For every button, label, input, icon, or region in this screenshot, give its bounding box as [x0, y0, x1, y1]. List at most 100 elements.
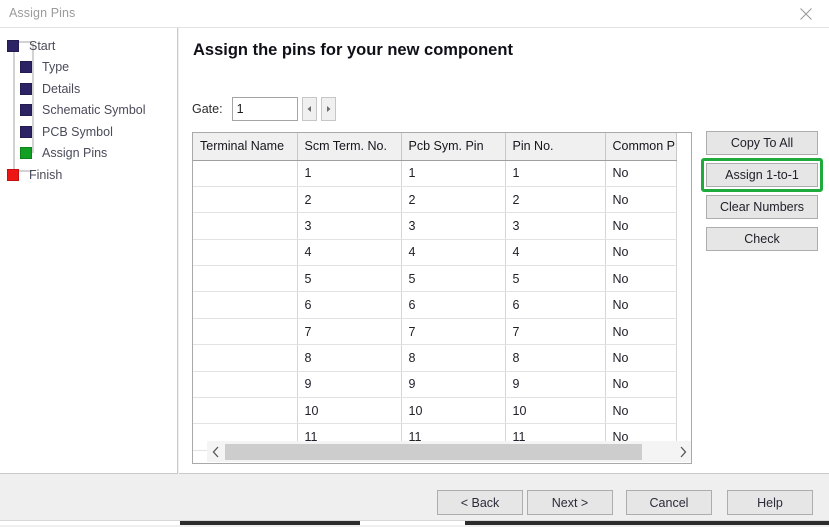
table-row[interactable]: 7 7 7 No	[193, 318, 677, 346]
gate-input[interactable]	[231, 97, 298, 121]
cell-6-2[interactable]: 7	[401, 318, 506, 346]
table-row[interactable]: 6 6 6 No	[193, 291, 677, 319]
grid-action-buttons: Copy To All Assign 1-to-1 Clear Numbers Che…	[701, 131, 823, 259]
back-button[interactable]: < Back	[437, 490, 523, 515]
cell-8-0[interactable]	[193, 371, 298, 399]
assign-pins-dialog: Assign Pins Start Type Details Schematic Sy…	[0, 0, 829, 527]
check-button[interactable]: Check	[706, 227, 818, 251]
cell-1-4[interactable]: No	[605, 186, 677, 214]
cell-5-1[interactable]: 6	[297, 291, 402, 319]
gate-decrement-button[interactable]	[301, 97, 317, 121]
cell-1-0[interactable]	[193, 186, 298, 214]
sidebar-step-details[interactable]: Details	[20, 78, 80, 99]
cell-4-1[interactable]: 5	[297, 265, 402, 293]
cell-4-0[interactable]	[193, 265, 298, 293]
cell-7-2[interactable]: 8	[401, 344, 506, 372]
clear-numbers-button[interactable]: Clear Numbers	[706, 195, 818, 219]
step-label: Assign Pins	[42, 146, 108, 160]
cell-7-3[interactable]: 8	[505, 344, 606, 372]
cell-1-3[interactable]: 2	[505, 186, 606, 214]
help-button[interactable]: Help	[727, 490, 813, 515]
cell-6-4[interactable]: No	[605, 318, 677, 346]
pin-assignment-grid[interactable]: Terminal Name Scm Term. No. Pcb Sym. Pin Pi…	[192, 132, 692, 464]
sidebar-step-assign-pins[interactable]: Assign Pins	[20, 143, 107, 164]
cell-8-3[interactable]: 9	[505, 371, 606, 399]
step-status-icon	[20, 147, 32, 159]
table-row[interactable]: 4 4 4 No	[193, 239, 677, 267]
cell-3-0[interactable]	[193, 239, 298, 267]
sidebar-step-pcb-symbol[interactable]: PCB Symbol	[20, 121, 113, 142]
table-row[interactable]: 10 10 10 No	[193, 397, 677, 425]
hscroll-thumb[interactable]	[225, 444, 642, 460]
cell-1-1[interactable]: 2	[297, 186, 402, 214]
cancel-button[interactable]: Cancel	[626, 490, 712, 515]
column-header-0[interactable]: Terminal Name	[193, 133, 298, 161]
sidebar-step-finish[interactable]: Finish	[7, 164, 62, 185]
column-header-2[interactable]: Pcb Sym. Pin	[401, 133, 506, 161]
cell-6-1[interactable]: 7	[297, 318, 402, 346]
taskbar-segment	[180, 521, 360, 525]
copy-to-all-button[interactable]: Copy To All	[706, 131, 818, 155]
cell-8-2[interactable]: 9	[401, 371, 506, 399]
table-row[interactable]: 3 3 3 No	[193, 212, 677, 240]
cell-9-2[interactable]: 10	[401, 397, 506, 425]
cell-1-2[interactable]: 2	[401, 186, 506, 214]
table-row[interactable]: 8 8 8 No	[193, 344, 677, 372]
column-header-1[interactable]: Scm Term. No.	[297, 133, 402, 161]
action-button-slot: Clear Numbers	[706, 195, 818, 219]
cell-0-3[interactable]: 1	[505, 160, 606, 187]
cell-8-1[interactable]: 9	[297, 371, 402, 399]
cell-0-0[interactable]	[193, 160, 298, 187]
cell-9-1[interactable]: 10	[297, 397, 402, 425]
horizontal-scrollbar[interactable]	[207, 441, 691, 462]
cell-4-2[interactable]: 5	[401, 265, 506, 293]
cell-9-0[interactable]	[193, 397, 298, 425]
cell-2-2[interactable]: 3	[401, 212, 506, 240]
cell-2-4[interactable]: No	[605, 212, 677, 240]
table-row[interactable]: 9 9 9 No	[193, 371, 677, 399]
cell-5-0[interactable]	[193, 291, 298, 319]
table-row[interactable]: 1 1 1 No	[193, 160, 677, 187]
cell-6-0[interactable]	[193, 318, 298, 346]
hscroll-left-button[interactable]	[207, 441, 224, 462]
cell-4-3[interactable]: 5	[505, 265, 606, 293]
cell-7-0[interactable]	[193, 344, 298, 372]
cell-5-3[interactable]: 6	[505, 291, 606, 319]
cell-2-1[interactable]: 3	[297, 212, 402, 240]
assign-1-to-1-button[interactable]: Assign 1-to-1	[706, 163, 818, 187]
cell-3-1[interactable]: 4	[297, 239, 402, 267]
cell-7-4[interactable]: No	[605, 344, 677, 372]
cell-3-2[interactable]: 4	[401, 239, 506, 267]
column-header-4[interactable]: Common P	[605, 133, 677, 161]
cell-2-0[interactable]	[193, 212, 298, 240]
sidebar-step-type[interactable]: Type	[20, 57, 69, 78]
chevron-right-icon	[680, 446, 686, 457]
cell-4-4[interactable]: No	[605, 265, 677, 293]
next-button[interactable]: Next >	[527, 490, 613, 515]
cell-7-1[interactable]: 8	[297, 344, 402, 372]
close-icon	[800, 8, 812, 20]
step-label: Type	[42, 60, 70, 74]
cell-0-1[interactable]: 1	[297, 160, 402, 187]
hscroll-right-button[interactable]	[674, 441, 691, 462]
column-header-3[interactable]: Pin No.	[505, 133, 606, 161]
page-title: Assign the pins for your new component	[193, 41, 513, 59]
cell-8-4[interactable]: No	[605, 371, 677, 399]
cell-0-4[interactable]: No	[605, 160, 677, 187]
cell-3-4[interactable]: No	[605, 239, 677, 267]
cell-0-2[interactable]: 1	[401, 160, 506, 187]
cell-6-3[interactable]: 7	[505, 318, 606, 346]
sidebar-step-start[interactable]: Start	[7, 35, 55, 56]
cell-9-4[interactable]: No	[605, 397, 677, 425]
close-button[interactable]	[783, 0, 829, 28]
table-row[interactable]: 5 5 5 No	[193, 265, 677, 293]
table-row[interactable]: 2 2 2 No	[193, 186, 677, 214]
gate-increment-button[interactable]	[320, 97, 336, 121]
cell-9-3[interactable]: 10	[505, 397, 606, 425]
triangle-right-icon	[326, 106, 331, 112]
sidebar-step-schematic-symbol[interactable]: Schematic Symbol	[20, 100, 146, 121]
cell-3-3[interactable]: 4	[505, 239, 606, 267]
cell-5-2[interactable]: 6	[401, 291, 506, 319]
cell-2-3[interactable]: 3	[505, 212, 606, 240]
cell-5-4[interactable]: No	[605, 291, 677, 319]
